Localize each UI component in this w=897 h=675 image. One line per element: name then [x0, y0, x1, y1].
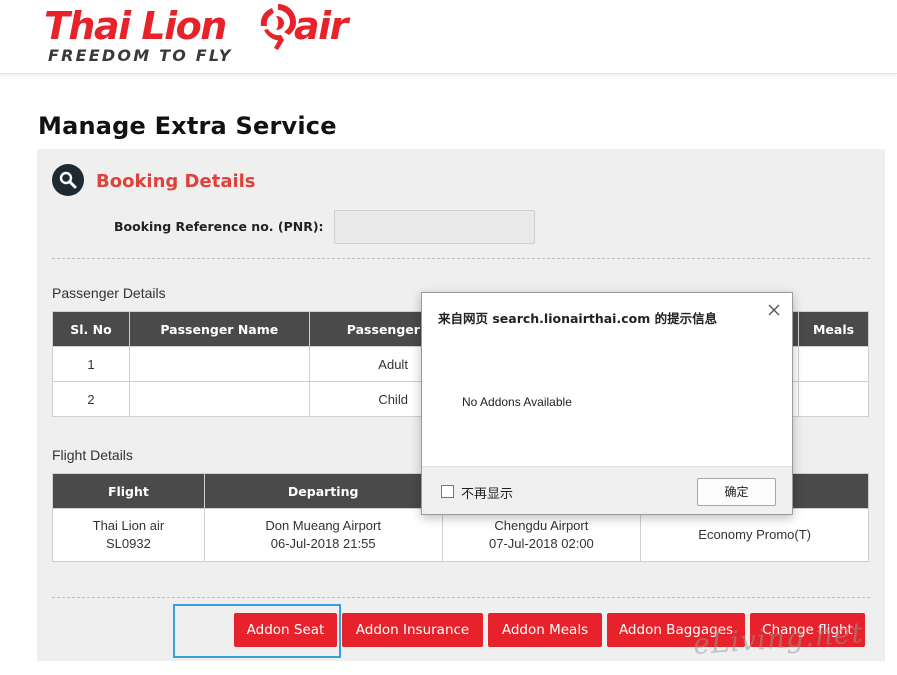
addon-seat-button[interactable]: Addon Seat [234, 613, 337, 647]
dialog-message: No Addons Available [462, 395, 572, 409]
flight-number: SL0932 [105, 536, 151, 551]
table-row: Thai Lion air SL0932 Don Mueang Airport … [52, 508, 869, 562]
logo-tagline: FREEDOM TO FLY [48, 46, 233, 65]
thai-lion-air-logo[interactable]: Thai Lion air FREEDOM TO FLY [44, 2, 364, 68]
dialog-footer: 不再显示 确定 [422, 466, 792, 514]
page-title: Manage Extra Service [38, 112, 337, 140]
cell-sl: 2 [52, 381, 130, 417]
arriving-airport: Chengdu Airport [494, 518, 589, 533]
alert-dialog: 来自网页 search.lionairthai.com 的提示信息 No Add… [421, 292, 793, 515]
lion-mark-icon [260, 4, 296, 50]
search-icon [52, 164, 84, 196]
dont-show-checkbox[interactable] [441, 485, 454, 498]
cell-fare: Economy Promo(T) [640, 508, 869, 562]
divider [52, 258, 870, 259]
pnr-label: Booking Reference no. (PNR): [114, 219, 324, 234]
departing-airport: Don Mueang Airport [265, 518, 381, 533]
cell-name [128, 381, 310, 417]
cell-flight: Thai Lion air SL0932 [52, 508, 205, 562]
col-sl-no: Sl. No [52, 311, 130, 347]
dialog-title: 来自网页 search.lionairthai.com 的提示信息 [438, 311, 718, 326]
col-meals: Meals [798, 311, 869, 347]
divider [52, 597, 870, 598]
close-icon[interactable] [766, 302, 782, 318]
cell-departing: Don Mueang Airport 06-Jul-2018 21:55 [203, 508, 443, 562]
col-passenger-name: Passenger Name [128, 311, 310, 347]
logo-wordmark: Thai Lion air [44, 4, 348, 48]
ok-button[interactable]: 确定 [697, 478, 776, 506]
pnr-input[interactable] [334, 210, 535, 244]
addon-meals-button[interactable]: Addon Meals [488, 613, 602, 647]
cell-meals [798, 381, 869, 417]
site-header: Thai Lion air FREEDOM TO FLY [0, 0, 897, 74]
flight-carrier: Thai Lion air [92, 518, 165, 533]
booking-details-heading: Booking Details [96, 171, 256, 192]
col-departing: Departing [203, 473, 443, 509]
cell-name [128, 346, 310, 382]
addon-insurance-button[interactable]: Addon Insurance [342, 613, 483, 647]
cell-sl: 1 [52, 346, 130, 382]
flight-details-label: Flight Details [52, 447, 133, 463]
col-flight: Flight [52, 473, 205, 509]
cell-meals [798, 346, 869, 382]
logo-text-thai-lion: Thai Lion [44, 4, 227, 48]
passenger-details-label: Passenger Details [52, 285, 166, 301]
departing-time: 06-Jul-2018 21:55 [270, 536, 376, 551]
cell-arriving: Chengdu Airport 07-Jul-2018 02:00 [441, 508, 642, 562]
dont-show-label[interactable]: 不再显示 [461, 483, 513, 502]
arriving-time: 07-Jul-2018 02:00 [488, 536, 594, 551]
